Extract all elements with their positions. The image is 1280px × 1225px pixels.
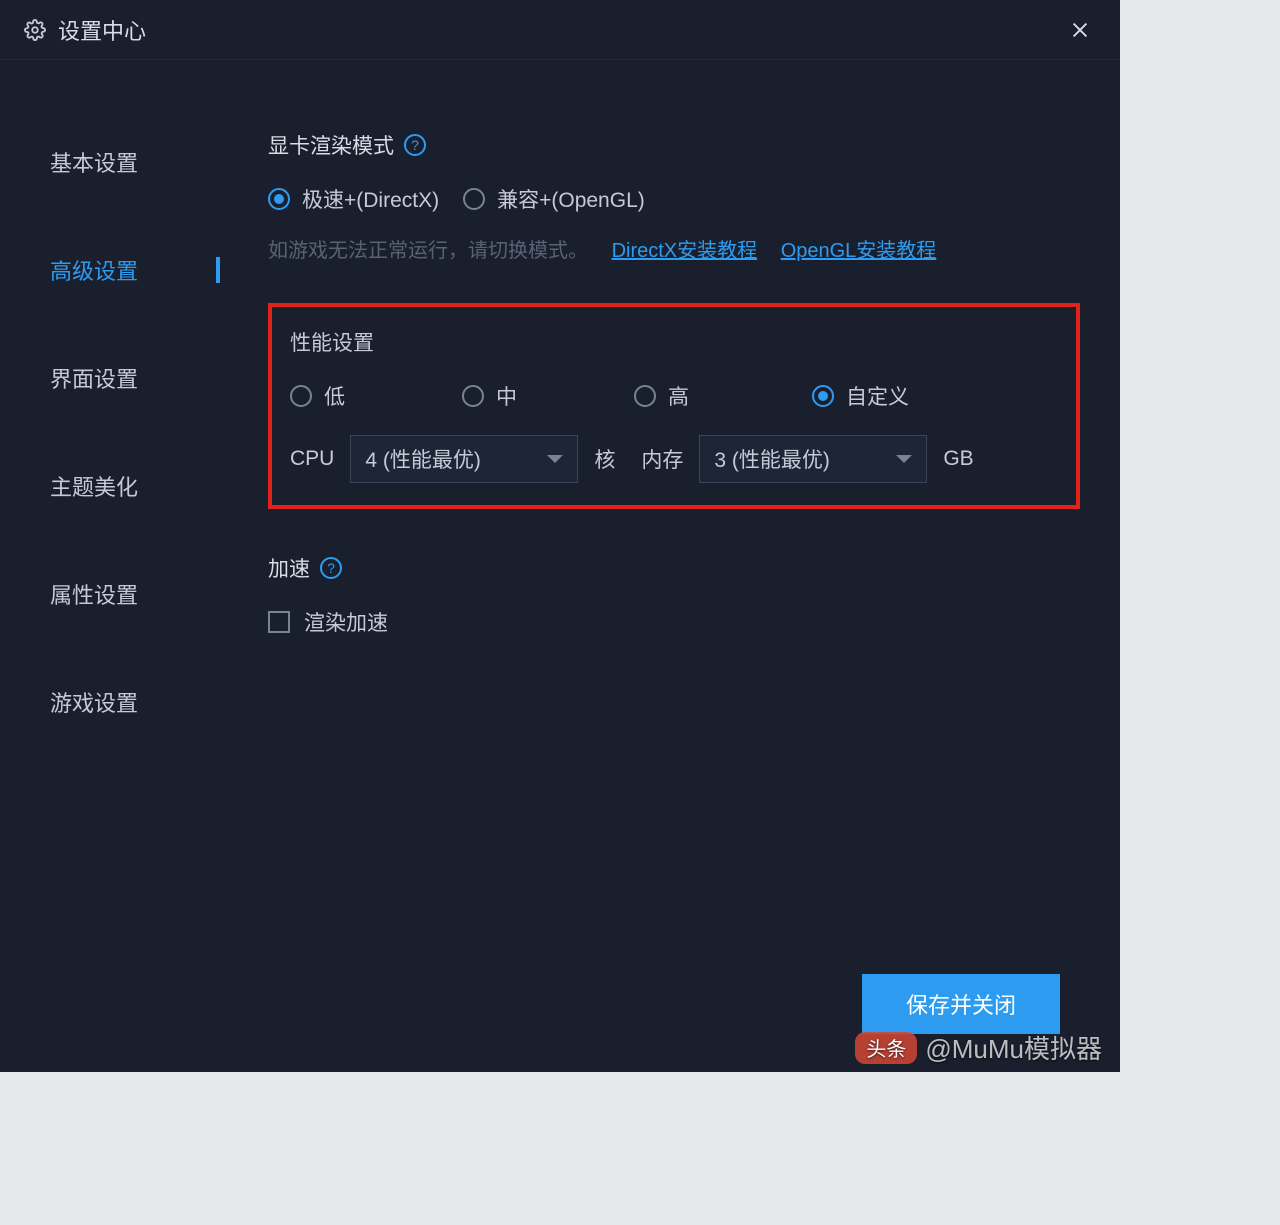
hint-text: 如游戏无法正常运行，请切换模式。 (268, 240, 588, 262)
radio-label: 兼容+(OpenGL) (497, 184, 645, 214)
sidebar-item-label: 基本设置 (50, 151, 138, 176)
radio-icon (634, 385, 656, 407)
radio-icon (268, 188, 290, 210)
background-margin (0, 1072, 1280, 1225)
mem-unit: GB (943, 447, 973, 471)
dropdown-value: 4 (性能最优) (365, 444, 481, 474)
sidebar-item-label: 界面设置 (50, 367, 138, 392)
sidebar: 基本设置 高级设置 界面设置 主题美化 属性设置 游戏设置 (0, 130, 220, 982)
sidebar-item-interface[interactable]: 界面设置 (50, 346, 220, 410)
watermark-text: @MuMu模拟器 (925, 1029, 1102, 1066)
cpu-dropdown[interactable]: 4 (性能最优) (350, 435, 578, 483)
save-close-button[interactable]: 保存并关闭 (862, 974, 1060, 1034)
radio-icon (290, 385, 312, 407)
cpu-label: CPU (290, 447, 334, 471)
mem-label: 内存 (641, 444, 683, 474)
sidebar-item-theme[interactable]: 主题美化 (50, 454, 220, 518)
watermark: 头条 @MuMu模拟器 (855, 1029, 1102, 1066)
radio-high[interactable]: 高 (634, 381, 812, 411)
radio-opengl[interactable]: 兼容+(OpenGL) (463, 184, 645, 214)
render-mode-section: 显卡渲染模式 ? 极速+(DirectX) 兼容+(OpenGL) 如游戏无法正… (268, 130, 1080, 263)
checkbox-label: 渲染加速 (304, 607, 388, 637)
radio-icon (462, 385, 484, 407)
radio-medium[interactable]: 中 (462, 381, 634, 411)
render-mode-title: 显卡渲染模式 (268, 130, 394, 160)
radio-icon (463, 188, 485, 210)
accelerate-section: 加速 ? 渲染加速 (268, 553, 1080, 637)
radio-label: 低 (324, 381, 345, 411)
background-margin (1120, 0, 1280, 1072)
sidebar-item-property[interactable]: 属性设置 (50, 562, 220, 626)
radio-custom[interactable]: 自定义 (812, 381, 909, 411)
sidebar-item-label: 主题美化 (50, 475, 138, 500)
help-icon[interactable]: ? (320, 557, 342, 579)
sidebar-item-advanced[interactable]: 高级设置 (50, 238, 220, 302)
radio-icon (812, 385, 834, 407)
render-mode-hint: 如游戏无法正常运行，请切换模式。 DirectX安装教程 OpenGL安装教程 (268, 234, 1080, 263)
performance-title: 性能设置 (290, 327, 1058, 357)
sidebar-item-label: 高级设置 (50, 259, 138, 284)
radio-label: 极速+(DirectX) (302, 184, 439, 214)
dropdown-value: 3 (性能最优) (714, 444, 830, 474)
link-directx-tutorial[interactable]: DirectX安装教程 (612, 240, 758, 262)
close-button[interactable] (1064, 14, 1096, 46)
sidebar-item-basic[interactable]: 基本设置 (50, 130, 220, 194)
sidebar-item-label: 属性设置 (50, 583, 138, 608)
cpu-unit: 核 (594, 444, 615, 474)
titlebar: 设置中心 (0, 0, 1120, 60)
help-icon[interactable]: ? (404, 134, 426, 156)
accelerate-title: 加速 (268, 553, 310, 583)
chevron-down-icon (896, 455, 912, 463)
sidebar-item-label: 游戏设置 (50, 691, 138, 716)
sidebar-item-game[interactable]: 游戏设置 (50, 670, 220, 734)
radio-directx[interactable]: 极速+(DirectX) (268, 184, 439, 214)
radio-label: 自定义 (846, 381, 909, 411)
watermark-badge: 头条 (855, 1032, 917, 1064)
gear-icon (24, 19, 46, 41)
radio-label: 中 (496, 381, 517, 411)
window-title: 设置中心 (58, 14, 146, 46)
radio-low[interactable]: 低 (290, 381, 462, 411)
link-opengl-tutorial[interactable]: OpenGL安装教程 (781, 240, 937, 262)
performance-section: 性能设置 低 中 高 自定义 (268, 303, 1080, 509)
radio-label: 高 (668, 381, 689, 411)
mem-dropdown[interactable]: 3 (性能最优) (699, 435, 927, 483)
render-accel-checkbox[interactable] (268, 611, 290, 633)
chevron-down-icon (547, 455, 563, 463)
